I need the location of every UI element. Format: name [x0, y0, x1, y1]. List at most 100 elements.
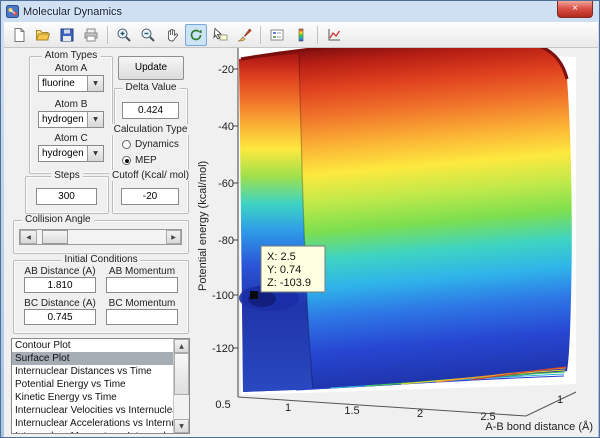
data-tip-x: X: 2.5 [267, 251, 296, 263]
collision-angle-slider[interactable]: ◀ ▶ [19, 229, 182, 245]
ab-momentum-label: AB Momentum [104, 266, 180, 277]
x-axis-title: A-B bond distance (Å) [485, 420, 593, 433]
pan-hand-icon[interactable] [161, 24, 183, 46]
toolbar-separator [317, 26, 318, 44]
collision-angle-group: Collision Angle ◀ ▶ [13, 220, 189, 254]
dropdown-arrow-icon[interactable]: ▼ [87, 76, 103, 91]
window-title: Molecular Dynamics [23, 6, 122, 18]
x-tick: 1.5 [344, 405, 359, 417]
y-tick-labels: -20 -40 -60 -80 -100 -120 [212, 64, 234, 355]
listbox-scrollbar[interactable]: ▲ ▼ [173, 339, 189, 433]
steps-legend: Steps [51, 170, 83, 181]
y-tick: -100 [212, 290, 234, 302]
delta-value-input[interactable] [122, 102, 179, 119]
title-bar[interactable]: Molecular Dynamics × [1, 1, 599, 22]
list-item[interactable]: Surface Plot [12, 352, 173, 365]
y-tick: -80 [218, 235, 234, 247]
y-tick: -120 [212, 343, 234, 355]
atom-c-dropdown[interactable]: hydrogen ▼ [38, 145, 104, 162]
y-axis-title: Potential energy (kcal/mol) [197, 161, 209, 291]
x-tick: 2 [417, 408, 423, 420]
toolbar-separator [260, 26, 261, 44]
atom-a-dropdown[interactable]: fluorine ▼ [38, 75, 104, 92]
scrollbar-thumb[interactable] [174, 353, 189, 395]
y-tick: -40 [218, 121, 234, 133]
atom-b-label: Atom B [30, 99, 112, 110]
bc-momentum-label: BC Momentum [104, 298, 180, 309]
update-button[interactable]: Update [118, 56, 184, 80]
new-file-icon[interactable] [8, 24, 30, 46]
x-tick-labels: 0.5 1 1.5 2 2.5 1 [215, 394, 563, 423]
radio-icon[interactable] [122, 140, 131, 149]
bc-distance-label: BC Distance (A) [22, 298, 98, 309]
plot-type-listbox[interactable]: Contour PlotSurface PlotInternuclear Dis… [11, 338, 190, 434]
list-item[interactable]: Internuclear Moments vs Internuclear Dis… [12, 430, 173, 433]
bc-distance-input[interactable] [24, 309, 96, 325]
app-window: Molecular Dynamics × [0, 0, 600, 438]
insert-colorbar-icon[interactable] [290, 24, 312, 46]
figure-content: Atom Types Atom A fluorine ▼ Atom B hydr… [4, 48, 598, 437]
dynamics-radio[interactable]: Dynamics [122, 139, 179, 150]
steps-group: Steps [25, 176, 109, 214]
y-tick: -20 [218, 64, 234, 76]
atom-types-group: Atom Types Atom A fluorine ▼ Atom B hydr… [29, 56, 113, 174]
initial-conditions-group: Initial Conditions AB Distance (A) AB Mo… [13, 260, 189, 334]
atom-a-value: fluorine [39, 76, 87, 91]
delta-value-legend: Delta Value [123, 82, 180, 93]
steps-input[interactable] [36, 188, 97, 205]
insert-legend-icon[interactable] [266, 24, 288, 46]
mep-radio-label: MEP [135, 155, 157, 166]
collision-angle-legend: Collision Angle [22, 214, 94, 225]
initial-conditions-legend: Initial Conditions [61, 254, 140, 265]
data-tip-y: Y: 0.74 [267, 264, 301, 276]
list-item[interactable]: Internuclear Distances vs Time [12, 365, 173, 378]
x-tick: 0.5 [215, 399, 230, 411]
list-item[interactable]: Potential Energy vs Time [12, 378, 173, 391]
list-item[interactable]: Kinetic Energy vs Time [12, 391, 173, 404]
cutoff-group: Cutoff (Kcal/ mol) [112, 176, 189, 214]
plot-tools-icon[interactable] [323, 24, 345, 46]
list-item[interactable]: Contour Plot [12, 339, 173, 352]
list-item[interactable]: Internuclear Accelerations vs Internucle… [12, 417, 173, 430]
radio-icon[interactable] [122, 156, 131, 165]
app-icon [6, 5, 19, 18]
atom-b-dropdown[interactable]: hydrogen ▼ [38, 111, 104, 128]
calculation-type-group: Calculation Type Dynamics MEP [112, 130, 189, 174]
client-area: Atom Types Atom A fluorine ▼ Atom B hydr… [4, 22, 598, 436]
scroll-up-arrow-icon[interactable]: ▲ [174, 339, 189, 353]
ab-distance-input[interactable] [24, 277, 96, 293]
toolbar-separator [107, 26, 108, 44]
brush-icon[interactable] [233, 24, 255, 46]
print-icon[interactable] [80, 24, 102, 46]
data-tip-z: Z: -103.9 [267, 277, 311, 289]
x-tick: 1 [285, 402, 291, 414]
close-button[interactable]: × [557, 1, 593, 18]
surface-plot-canvas[interactable]: -20 -40 -60 -80 -100 -120 0.5 1 1.5 2 2.… [190, 48, 598, 437]
data-cursor-icon[interactable] [209, 24, 231, 46]
slider-right-arrow-icon[interactable]: ▶ [166, 230, 181, 244]
scroll-down-arrow-icon[interactable]: ▼ [174, 419, 189, 433]
slider-thumb[interactable] [42, 230, 68, 244]
atom-b-value: hydrogen [39, 112, 87, 127]
data-tip[interactable]: X: 2.5 Y: 0.74 Z: -103.9 [261, 246, 325, 292]
figure-toolbar [4, 22, 598, 48]
zoom-out-icon[interactable] [137, 24, 159, 46]
data-cursor-marker[interactable] [250, 291, 258, 299]
list-item[interactable]: Internuclear Velocities vs Internuclear … [12, 404, 173, 417]
save-icon[interactable] [56, 24, 78, 46]
y-axis-ticks [233, 69, 238, 348]
atom-c-label: Atom C [30, 133, 112, 144]
dropdown-arrow-icon[interactable]: ▼ [87, 112, 103, 127]
dropdown-arrow-icon[interactable]: ▼ [87, 146, 103, 161]
ab-momentum-input[interactable] [106, 277, 178, 293]
atom-c-value: hydrogen [39, 146, 87, 161]
mep-radio[interactable]: MEP [122, 155, 157, 166]
bc-momentum-input[interactable] [106, 309, 178, 325]
dynamics-radio-label: Dynamics [135, 139, 179, 150]
slider-left-arrow-icon[interactable]: ◀ [20, 230, 37, 244]
plot-type-list[interactable]: Contour PlotSurface PlotInternuclear Dis… [12, 339, 173, 433]
cutoff-input[interactable] [121, 188, 179, 205]
open-folder-icon[interactable] [32, 24, 54, 46]
zoom-in-icon[interactable] [113, 24, 135, 46]
rotate-3d-icon[interactable] [185, 24, 207, 46]
